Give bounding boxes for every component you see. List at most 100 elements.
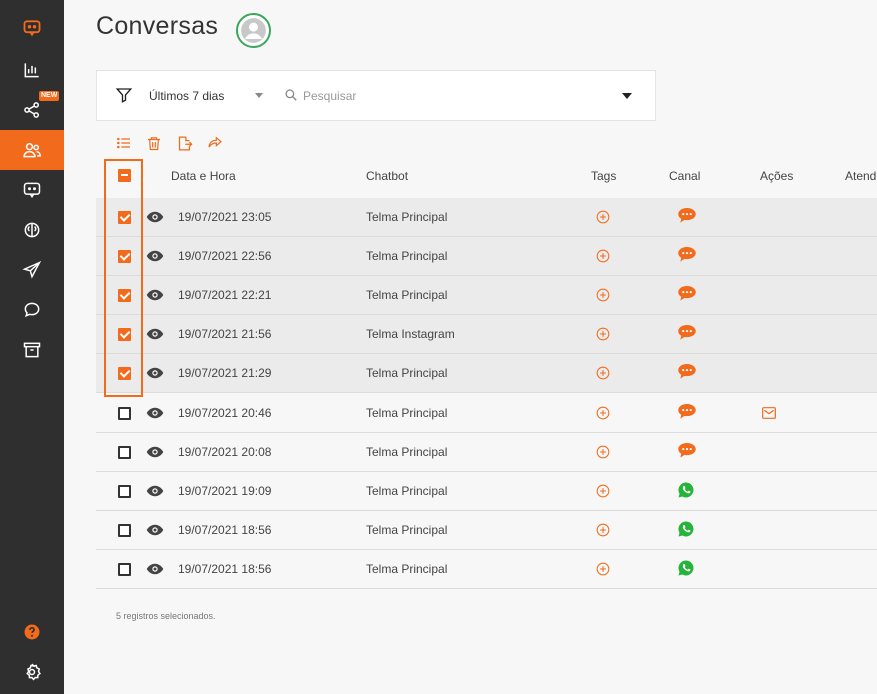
user-avatar-icon [241,18,266,43]
add-tag-icon[interactable] [596,562,610,581]
nav-archive[interactable] [0,330,64,370]
nav-campaigns[interactable] [0,250,64,290]
row-date: 19/07/2021 21:29 [178,366,272,381]
chat-channel-icon [677,403,697,425]
table-row[interactable]: 19/07/2021 21:56 Telma Instagram [96,315,877,355]
table-row[interactable]: 19/07/2021 20:08 Telma Principal [96,433,877,472]
eye-icon[interactable] [146,366,164,385]
table-row[interactable]: 19/07/2021 19:09 Telma Principal [96,472,877,511]
app-logo-icon[interactable] [0,8,64,48]
eye-icon[interactable] [146,445,164,464]
nav-chatbots[interactable] [0,170,64,210]
whatsapp-icon [677,481,695,504]
add-tag-icon[interactable] [596,406,610,425]
row-date: 19/07/2021 19:09 [178,483,272,498]
bar-chart-icon [24,63,39,78]
row-checkbox[interactable] [118,250,131,264]
nav-reports[interactable] [0,50,64,90]
row-checkbox[interactable] [118,328,131,342]
eye-icon[interactable] [146,249,164,268]
avatar[interactable] [236,13,271,48]
eye-icon[interactable] [146,523,164,542]
row-checkbox[interactable] [118,406,131,420]
period-select[interactable]: Últimos 7 dias [149,89,224,103]
column-chatbot[interactable]: Chatbot [366,169,408,183]
nav-integrations[interactable]: NEW [0,90,64,130]
users-icon [23,143,41,158]
column-channel[interactable]: Canal [669,169,700,183]
share-nodes-icon [24,102,40,118]
row-checkbox[interactable] [118,523,131,537]
chat-channel-icon [677,363,697,385]
add-tag-icon[interactable] [596,366,610,385]
row-date: 19/07/2021 18:56 [178,561,272,576]
select-all-checkbox[interactable] [118,169,131,182]
row-date: 19/07/2021 21:56 [178,327,272,342]
nav-chat[interactable] [0,290,64,330]
filter-icon[interactable] [115,86,133,104]
row-checkbox[interactable] [118,445,131,459]
row-chatbot: Telma Principal [366,366,448,381]
forward-button[interactable] [205,134,225,152]
add-tag-icon[interactable] [596,445,610,464]
row-checkbox[interactable] [118,211,131,224]
new-badge: NEW [39,91,60,101]
mail-icon[interactable] [761,405,777,426]
eye-icon[interactable] [146,562,164,581]
add-tag-icon[interactable] [596,523,610,542]
row-chatbot: Telma Principal [366,405,448,420]
nav-ai[interactable] [0,210,64,250]
search-input[interactable] [303,86,603,106]
eye-icon[interactable] [146,406,164,425]
row-date: 19/07/2021 23:05 [178,210,272,224]
whatsapp-icon [677,520,695,543]
add-tag-icon[interactable] [596,210,610,229]
row-checkbox[interactable] [118,289,131,303]
table-row[interactable]: 19/07/2021 20:46 Telma Principal [96,394,877,433]
column-attendant[interactable]: Atend [845,169,876,183]
export-button[interactable] [174,134,194,152]
list-view-button[interactable] [114,134,134,152]
archive-icon [23,342,41,358]
row-checkbox[interactable] [118,484,131,498]
eye-icon[interactable] [146,327,164,346]
row-checkbox[interactable] [118,562,131,576]
nav-settings[interactable] [0,652,64,692]
eye-icon[interactable] [146,210,164,229]
add-tag-icon[interactable] [596,484,610,503]
table-row[interactable]: 19/07/2021 22:21 Telma Principal [96,276,877,316]
table-row[interactable]: 19/07/2021 21:29 Telma Principal [96,354,877,394]
help-icon [24,624,40,640]
send-icon [22,260,42,279]
chevron-down-icon[interactable] [255,93,263,98]
row-date: 19/07/2021 20:08 [178,444,272,459]
row-chatbot: Telma Principal [366,522,448,537]
brain-icon [24,222,40,238]
row-checkbox[interactable] [118,367,131,381]
filter-bar: Últimos 7 dias [96,70,656,121]
eye-icon[interactable] [146,484,164,503]
nav-help[interactable] [0,612,64,652]
filter-dropdown-icon[interactable] [622,93,632,99]
chat-bubble-icon [24,302,40,318]
table-row[interactable]: 19/07/2021 18:56 Telma Principal [96,511,877,550]
column-date[interactable]: Data e Hora [171,169,236,183]
chat-channel-icon [677,442,697,464]
chat-channel-icon [677,246,697,268]
row-date: 19/07/2021 20:46 [178,405,272,420]
column-actions[interactable]: Ações [760,169,793,183]
add-tag-icon[interactable] [596,288,610,307]
table-row[interactable]: 19/07/2021 18:56 Telma Principal [96,550,877,589]
eye-icon[interactable] [146,288,164,307]
chat-channel-icon [677,285,697,307]
table-row[interactable]: 19/07/2021 23:05 Telma Principal [96,198,877,237]
list-icon [117,137,130,149]
row-date: 19/07/2021 22:21 [178,288,272,303]
column-tags[interactable]: Tags [591,169,616,183]
delete-button[interactable] [144,134,164,152]
nav-conversations[interactable] [0,130,64,170]
settings-icon [26,663,41,681]
add-tag-icon[interactable] [596,249,610,268]
table-row[interactable]: 19/07/2021 22:56 Telma Principal [96,237,877,277]
add-tag-icon[interactable] [596,327,610,346]
